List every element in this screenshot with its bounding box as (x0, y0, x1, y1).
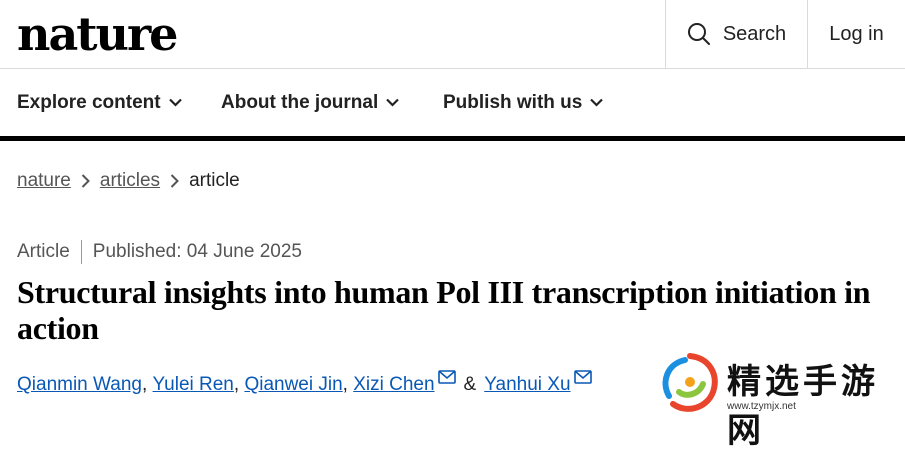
author-link[interactable]: Xizi Chen (353, 374, 434, 396)
search-icon (687, 23, 710, 45)
nav-explore-content[interactable]: Explore content (17, 69, 182, 136)
article-meta: Article Published: 04 June 2025 (17, 240, 302, 264)
meta-divider (80, 240, 82, 264)
watermark-url: www.tzymjx.net (727, 401, 796, 412)
article-type: Article (17, 241, 70, 262)
site-header: nature Search Log in (0, 0, 905, 69)
nav-item-label: Explore content (17, 91, 161, 113)
login-button[interactable]: Log in (808, 0, 905, 68)
breadcrumb: nature articles article (17, 170, 240, 192)
chevron-right-icon (81, 174, 90, 188)
mail-icon[interactable] (437, 368, 456, 390)
author-link[interactable]: Yanhui Xu (484, 374, 570, 396)
nature-logo[interactable]: nature (17, 6, 178, 62)
mail-icon[interactable] (573, 368, 592, 390)
search-label: Search (722, 22, 787, 45)
nav-item-label: Publish with us (443, 91, 583, 113)
nav-publish-with-us[interactable]: Publish with us (443, 69, 604, 136)
search-button[interactable]: Search (665, 0, 808, 68)
chevron-down-icon (590, 98, 604, 107)
main-nav: Explore content About the journal Publis… (0, 69, 905, 141)
nav-item-label: About the journal (221, 91, 379, 113)
author-and: & (463, 374, 477, 395)
watermark: 精选手游网 www.tzymjx.net (655, 348, 905, 451)
chevron-down-icon (386, 98, 400, 107)
nav-about-journal[interactable]: About the journal (221, 69, 400, 136)
breadcrumb-current: article (189, 170, 240, 191)
chevron-right-icon (170, 174, 179, 188)
author-link[interactable]: Qianwei Jin (244, 374, 342, 396)
watermark-logo-icon (662, 353, 718, 412)
article-title: Structural insights into human Pol III t… (17, 274, 871, 346)
author-list: Qianmin Wang, Yulei Ren, Qianwei Jin, Xi… (17, 370, 592, 396)
breadcrumb-link-articles[interactable]: articles (100, 170, 160, 192)
author-link[interactable]: Yulei Ren (153, 374, 234, 396)
breadcrumb-link-nature[interactable]: nature (17, 170, 71, 192)
chevron-down-icon (168, 98, 182, 107)
author-link[interactable]: Qianmin Wang (17, 374, 142, 396)
published-date: Published: 04 June 2025 (92, 241, 302, 262)
